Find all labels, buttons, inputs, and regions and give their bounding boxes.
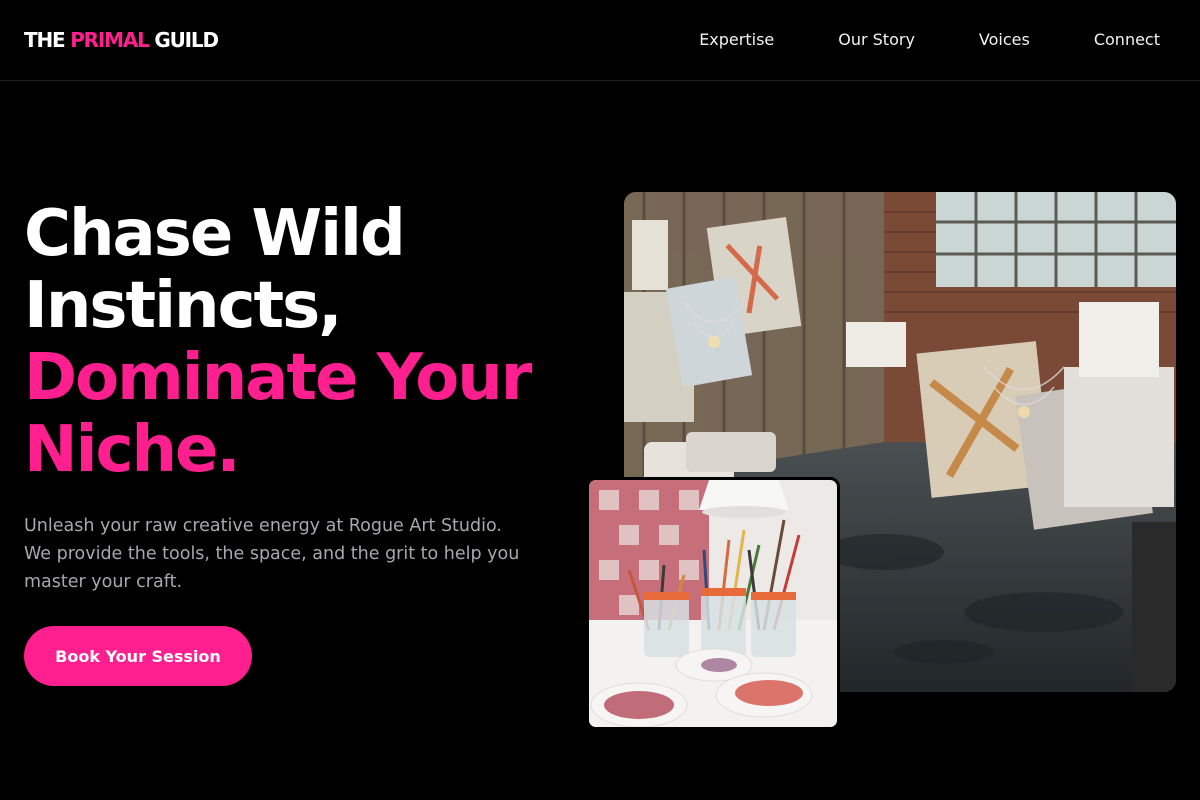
brand-logo[interactable]: THE PRIMAL GUILD: [24, 27, 219, 53]
logo-text-primal: PRIMAL: [70, 28, 150, 52]
headline-line-4: Niche.: [24, 413, 241, 487]
nav-link-connect[interactable]: Connect: [1094, 30, 1160, 50]
nav-links: Expertise Our Story Voices Connect: [635, 30, 1160, 50]
hero-subtext: Unleash your raw creative energy at Rogu…: [24, 516, 520, 592]
headline-line-3: Dominate Your: [24, 341, 532, 415]
nav-link-voices[interactable]: Voices: [979, 30, 1030, 50]
logo-text-guild: GUILD: [148, 28, 219, 52]
nav-link-expertise[interactable]: Expertise: [699, 30, 774, 50]
paint-brushes-illustration: [589, 480, 837, 727]
book-session-button[interactable]: Book Your Session: [24, 626, 252, 686]
headline-line-2: Instincts,: [24, 269, 343, 343]
top-navigation: THE PRIMAL GUILD Expertise Our Story Voi…: [0, 0, 1200, 81]
headline-line-1: Chase Wild: [24, 197, 406, 271]
nav-link-our-story[interactable]: Our Story: [838, 30, 915, 50]
paint-brushes-jars-photo: [586, 477, 840, 730]
hero-headline: Chase Wild Instincts, Dominate Your Nich…: [24, 198, 584, 486]
logo-text-the: THE: [24, 28, 71, 52]
